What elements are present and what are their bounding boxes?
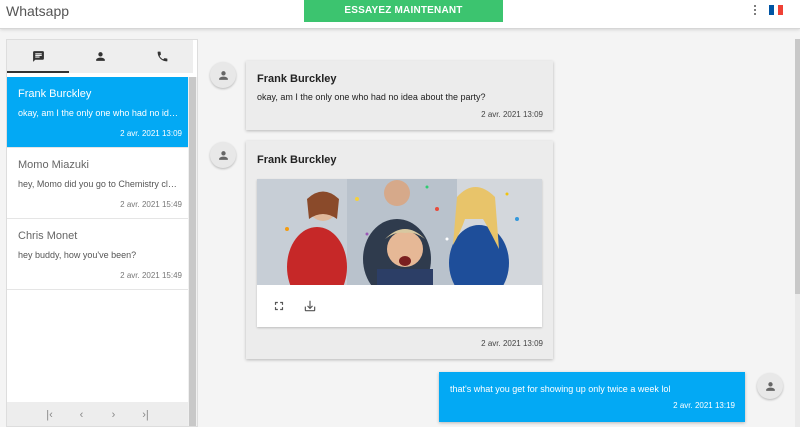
conversation-time: 2 avr. 2021 15:49	[120, 200, 182, 209]
person-icon	[218, 70, 228, 80]
conversation-preview: okay, am I the only one who had no idea …	[18, 108, 180, 118]
chat-scrollbar[interactable]	[795, 39, 800, 427]
person-icon	[765, 381, 775, 391]
sidebar-scroll-thumb[interactable]	[189, 77, 196, 426]
chat-scroll-thumb[interactable]	[795, 39, 800, 294]
party-photo[interactable]	[257, 179, 542, 285]
conversation-sidebar: Frank Burckley okay, am I the only one w…	[6, 39, 198, 427]
flag-stripe-red	[778, 5, 784, 15]
try-now-button[interactable]: ESSAYEZ MAINTENANT	[304, 0, 503, 22]
sidebar-tabs	[7, 40, 193, 73]
message-text: that's what you get for showing up only …	[450, 384, 671, 394]
message-time: 2 avr. 2021 13:09	[481, 110, 543, 119]
first-page-button[interactable]: |‹	[44, 409, 56, 421]
last-page-button[interactable]: ›|	[140, 409, 152, 421]
conversation-time: 2 avr. 2021 13:09	[120, 129, 182, 138]
app-title: Whatsapp	[6, 3, 70, 19]
conversation-name: Momo Miazuki	[18, 159, 89, 171]
avatar	[210, 142, 236, 168]
french-flag-icon[interactable]	[769, 5, 784, 15]
pagination: |‹ ‹ › ›|	[7, 402, 188, 426]
message-sender: Frank Burckley	[257, 154, 337, 166]
conversation-list: Frank Burckley okay, am I the only one w…	[7, 77, 188, 290]
avatar	[757, 373, 783, 399]
list-item[interactable]: Frank Burckley okay, am I the only one w…	[7, 77, 188, 148]
message-bubble-own: that's what you get for showing up only …	[439, 372, 745, 422]
top-bar: Whatsapp ESSAYEZ MAINTENANT	[0, 0, 800, 29]
sidebar-scrollbar[interactable]	[188, 77, 197, 426]
prev-page-button[interactable]: ‹	[76, 409, 88, 421]
kebab-menu-icon[interactable]	[750, 3, 760, 17]
message-time: 2 avr. 2021 13:09	[481, 339, 543, 348]
tab-contacts[interactable]	[69, 40, 131, 73]
message-bubble: Frank Burckley okay, am I the only one w…	[246, 61, 553, 130]
message-bubble-image: Frank Burckley 2 avr. 2021 13:09	[246, 141, 553, 359]
tab-chats[interactable]	[7, 40, 69, 73]
avatar	[210, 62, 236, 88]
conversation-name: Chris Monet	[18, 230, 78, 242]
conversation-time: 2 avr. 2021 15:49	[120, 271, 182, 280]
list-item[interactable]: Momo Miazuki hey, Momo did you go to Che…	[7, 148, 188, 219]
message-text: okay, am I the only one who had no idea …	[257, 92, 486, 102]
conversation-preview: hey, Momo did you go to Chemistry class?	[18, 179, 180, 189]
fullscreen-icon[interactable]	[272, 299, 286, 313]
message-sender: Frank Burckley	[257, 73, 337, 85]
next-page-button[interactable]: ›	[108, 409, 120, 421]
download-icon[interactable]	[303, 299, 317, 313]
tab-calls[interactable]	[131, 40, 193, 73]
list-item[interactable]: Chris Monet hey buddy, how you've been? …	[7, 219, 188, 290]
image-actions	[257, 285, 542, 327]
conversation-name: Frank Burckley	[18, 88, 92, 100]
conversation-preview: hey buddy, how you've been?	[18, 250, 137, 260]
person-icon	[95, 52, 105, 61]
person-icon	[218, 150, 228, 160]
chat-area: Frank Burckley okay, am I the only one w…	[199, 39, 795, 427]
message-time: 2 avr. 2021 13:19	[673, 401, 735, 410]
chat-icon	[32, 51, 44, 62]
image-attachment[interactable]	[257, 179, 542, 327]
phone-icon	[157, 51, 167, 62]
